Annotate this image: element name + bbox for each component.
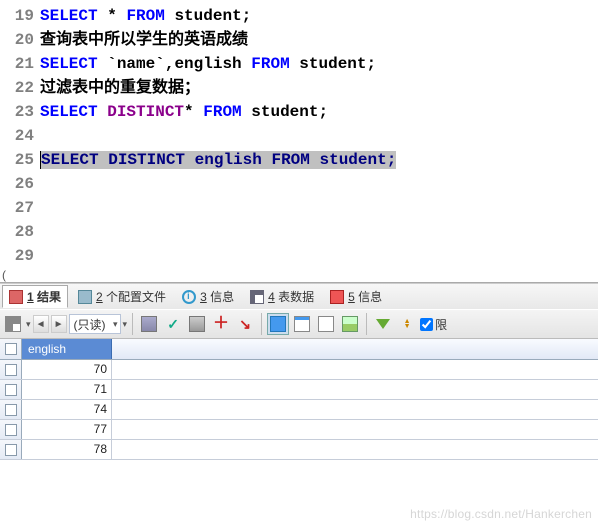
code-line[interactable] xyxy=(40,220,598,244)
code-line[interactable]: 查询表中所以学生的英语成绩 xyxy=(40,28,598,52)
tab-5信息[interactable]: 5 信息 xyxy=(324,286,388,307)
line-number: 23 xyxy=(0,100,34,124)
view-form-button[interactable] xyxy=(291,313,313,335)
table-row[interactable]: 71 xyxy=(0,380,598,400)
sort-button[interactable]: ▲▼ xyxy=(396,313,418,335)
tab-4表数据[interactable]: 4 表数据 xyxy=(244,286,320,307)
table-row[interactable]: 78 xyxy=(0,440,598,460)
code-line[interactable]: SELECT `name`,english FROM student; xyxy=(40,52,598,76)
code-line[interactable] xyxy=(40,172,598,196)
status-bar-fragment: ( xyxy=(0,268,598,283)
row-header[interactable] xyxy=(0,400,22,419)
limit-label: 限 xyxy=(435,316,447,333)
tab-label: 3 信息 xyxy=(200,288,234,305)
ico-table xyxy=(9,290,23,304)
insert-button[interactable]: ↘ xyxy=(234,313,256,335)
tb-dropdown-arrow[interactable]: ▾ xyxy=(26,319,31,330)
save-button[interactable] xyxy=(138,313,160,335)
tb-dropdown-arrow-2[interactable]: ▾ xyxy=(123,319,128,330)
delete-button[interactable] xyxy=(186,313,208,335)
result-tabs: 1 结果 2 个配置文件 3 信息 4 表数据 5 信息 xyxy=(0,283,598,309)
row-header[interactable] xyxy=(0,360,22,379)
line-number: 21 xyxy=(0,52,34,76)
tab-label: 1 结果 xyxy=(27,288,61,305)
tab-label: 5 信息 xyxy=(348,288,382,305)
line-number: 29 xyxy=(0,244,34,268)
filter-button[interactable] xyxy=(372,313,394,335)
ico-grid xyxy=(250,290,264,304)
grid-mode-icon[interactable] xyxy=(2,313,24,335)
line-number: 22 xyxy=(0,76,34,100)
table-row[interactable]: 77 xyxy=(0,420,598,440)
code-line[interactable]: 过滤表中的重复数据； xyxy=(40,76,598,100)
add-row-button[interactable]: ＋ xyxy=(210,313,232,335)
row-header[interactable] xyxy=(0,440,22,459)
nav-next-button[interactable]: ► xyxy=(51,315,67,333)
tab-2个配置文件[interactable]: 2 个配置文件 xyxy=(72,286,172,307)
results-grid[interactable]: english 7071747778 xyxy=(0,339,598,460)
commit-button[interactable]: ✓ xyxy=(162,313,184,335)
nav-prev-button[interactable]: ◄ xyxy=(33,315,49,333)
results-toolbar: ▾ ◄ ► (只读) ▾ ✓ ＋ ↘ ▲▼ 限 xyxy=(0,309,598,339)
ico-file xyxy=(78,290,92,304)
tab-1结果[interactable]: 1 结果 xyxy=(2,285,68,308)
table-row[interactable]: 74 xyxy=(0,400,598,420)
cell-english[interactable]: 70 xyxy=(22,360,112,379)
tab-label: 2 个配置文件 xyxy=(96,288,166,305)
cell-english[interactable]: 71 xyxy=(22,380,112,399)
line-number-gutter: 1920212223242526272829 xyxy=(0,4,40,268)
cell-english[interactable]: 78 xyxy=(22,440,112,459)
line-number: 28 xyxy=(0,220,34,244)
code-line[interactable] xyxy=(40,124,598,148)
code-line[interactable]: SELECT DISTINCT english FROM student; xyxy=(40,148,598,172)
line-number: 26 xyxy=(0,172,34,196)
view-image-button[interactable] xyxy=(339,313,361,335)
code-area[interactable]: SELECT * FROM student;查询表中所以学生的英语成绩SELEC… xyxy=(40,4,598,268)
cell-english[interactable]: 74 xyxy=(22,400,112,419)
readonly-select[interactable]: (只读) xyxy=(69,314,121,334)
separator xyxy=(366,313,367,335)
cell-english[interactable]: 77 xyxy=(22,420,112,439)
tab-3信息[interactable]: 3 信息 xyxy=(176,286,240,307)
watermark: https://blog.csdn.net/Hankerchen xyxy=(410,507,592,521)
code-editor[interactable]: 1920212223242526272829 SELECT * FROM stu… xyxy=(0,0,598,268)
line-number: 20 xyxy=(0,28,34,52)
ico-info xyxy=(182,290,196,304)
code-line[interactable]: SELECT * FROM student; xyxy=(40,4,598,28)
column-header-english[interactable]: english xyxy=(22,339,112,359)
table-row[interactable]: 70 xyxy=(0,360,598,380)
code-line[interactable] xyxy=(40,244,598,268)
separator xyxy=(132,313,133,335)
grid-header-row: english xyxy=(0,339,598,360)
view-grid-button[interactable] xyxy=(267,313,289,335)
code-line[interactable]: SELECT DISTINCT* FROM student; xyxy=(40,100,598,124)
corner-cell[interactable] xyxy=(0,339,22,359)
ico-msg xyxy=(330,290,344,304)
separator xyxy=(261,313,262,335)
limit-checkbox[interactable]: 限 xyxy=(420,316,447,333)
code-line[interactable] xyxy=(40,196,598,220)
row-header[interactable] xyxy=(0,420,22,439)
view-text-button[interactable] xyxy=(315,313,337,335)
tab-label: 4 表数据 xyxy=(268,288,314,305)
line-number: 27 xyxy=(0,196,34,220)
line-number: 24 xyxy=(0,124,34,148)
limit-checkbox-input[interactable] xyxy=(420,318,433,331)
row-header[interactable] xyxy=(0,380,22,399)
line-number: 25 xyxy=(0,148,34,172)
line-number: 19 xyxy=(0,4,34,28)
